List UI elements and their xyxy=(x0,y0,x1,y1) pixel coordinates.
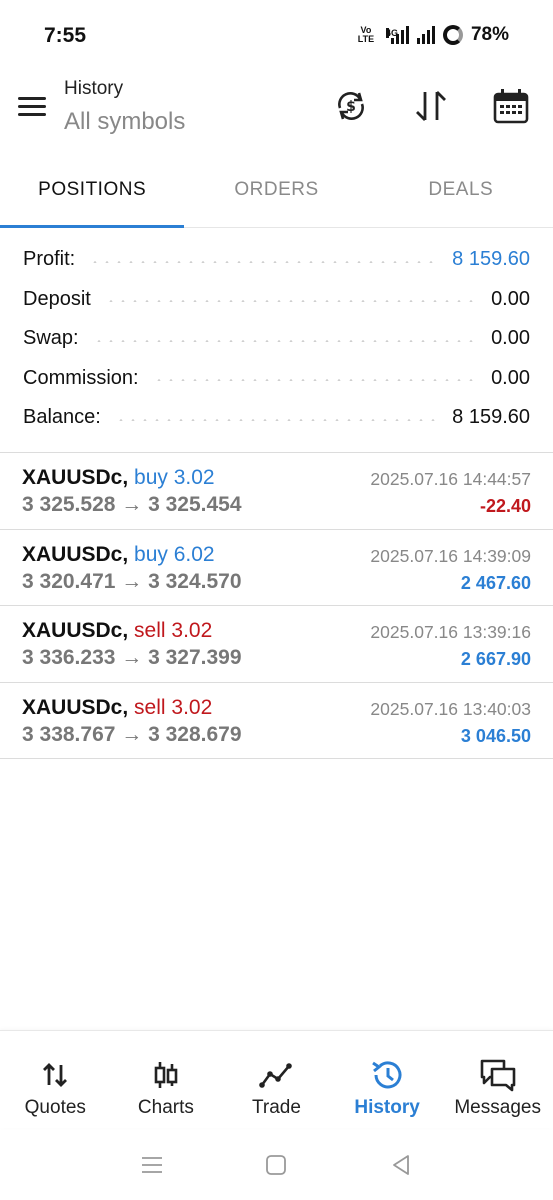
candlestick-icon xyxy=(111,1055,222,1095)
balance-label: Balance: xyxy=(23,406,101,429)
nav-label: Trade xyxy=(252,1097,301,1118)
position-symbol: XAUUSDc, xyxy=(22,695,129,719)
position-type: sell 3.02 xyxy=(134,619,213,642)
balance-value: 8 159.60 xyxy=(452,406,530,429)
position-time: 2025.07.16 13:40:03 xyxy=(370,698,531,719)
position-row[interactable]: XAUUSDc, sell 3.02 3 338.767 → 3 328.679… xyxy=(0,683,553,759)
position-prices: 3 325.528 → 3 325.454 xyxy=(22,493,242,516)
svg-text:$: $ xyxy=(346,99,356,115)
profit-value: 8 159.60 xyxy=(452,248,530,271)
position-type: buy 3.02 xyxy=(134,466,215,489)
symbol-filter[interactable]: All symbols xyxy=(64,108,185,136)
swap-label: Swap: xyxy=(23,327,79,350)
nav-label: Quotes xyxy=(24,1097,86,1118)
history-tabs: POSITIONS ORDERS DEALS xyxy=(0,160,553,228)
dotted-leader xyxy=(104,300,478,303)
messages-icon xyxy=(442,1055,553,1095)
position-prices: 3 336.233 → 3 327.399 xyxy=(22,646,242,669)
volte-icon: Vo LTE xyxy=(354,26,378,44)
position-profit: 3 046.50 xyxy=(460,725,531,746)
home-icon[interactable] xyxy=(256,1145,296,1185)
nav-charts[interactable]: Charts xyxy=(111,1031,222,1128)
summary-row-commission: Commission: 0.00 xyxy=(0,359,553,399)
position-time: 2025.07.16 14:44:57 xyxy=(370,469,531,489)
recent-apps-icon[interactable] xyxy=(132,1145,172,1185)
position-header: XAUUSDc, sell 3.02 xyxy=(22,619,212,643)
battery-level: 78% xyxy=(470,24,509,45)
nav-label: Charts xyxy=(137,1097,194,1118)
nav-trade[interactable]: Trade xyxy=(221,1031,332,1128)
status-bar: 7:55 Vo LTE 4G 78% xyxy=(0,0,553,72)
volte-bottom-label: LTE xyxy=(357,34,375,44)
currency-refresh-icon[interactable]: $ xyxy=(331,86,371,126)
network-type-label: 4G xyxy=(385,28,398,38)
position-row[interactable]: XAUUSDc, sell 3.02 3 336.233 → 3 327.399… xyxy=(0,606,553,683)
trade-line-icon xyxy=(221,1055,332,1095)
battery-icon xyxy=(442,25,463,45)
position-symbol: XAUUSDc, xyxy=(22,619,129,642)
swap-value: 0.00 xyxy=(491,327,530,350)
summary-row-deposit: Deposit 0.00 xyxy=(0,280,553,320)
positions-list: XAUUSDc, buy 3.02 3 325.528 → 3 325.454 … xyxy=(0,453,553,759)
position-row[interactable]: XAUUSDc, buy 6.02 3 320.471 → 3 324.570 … xyxy=(0,530,553,606)
history-clock-icon xyxy=(332,1055,443,1095)
nav-history[interactable]: History xyxy=(332,1031,443,1128)
tab-positions[interactable]: POSITIONS xyxy=(0,160,185,228)
position-profit: 2 467.60 xyxy=(460,572,531,593)
quotes-icon xyxy=(0,1055,111,1095)
nav-label: Messages xyxy=(454,1097,541,1118)
summary-row-profit: Profit: 8 159.60 xyxy=(0,240,553,280)
profit-label: Profit: xyxy=(23,248,76,271)
status-time: 7:55 xyxy=(44,24,87,47)
commission-label: Commission: xyxy=(23,366,139,389)
signal-icon-2 xyxy=(416,26,435,44)
page-title: History xyxy=(64,78,124,99)
status-indicators: Vo LTE 4G 78% xyxy=(354,24,509,46)
deposit-value: 0.00 xyxy=(491,287,530,310)
deposit-label: Deposit xyxy=(23,287,91,310)
app-header: History All symbols $ xyxy=(0,72,553,152)
summary-panel: Profit: 8 159.60 Deposit 0.00 Swap: 0.00… xyxy=(0,240,553,438)
sort-icon[interactable] xyxy=(411,86,451,126)
position-profit: -22.40 xyxy=(479,496,531,516)
position-type: buy 6.02 xyxy=(134,542,215,566)
signal-icon: 4G xyxy=(385,26,409,44)
position-profit: 2 667.90 xyxy=(460,649,531,669)
dotted-leader xyxy=(114,418,439,421)
position-symbol: XAUUSDc, xyxy=(22,542,129,566)
dotted-leader xyxy=(89,260,439,263)
nav-quotes[interactable]: Quotes xyxy=(0,1031,111,1128)
position-type: sell 3.02 xyxy=(134,695,213,719)
position-time: 2025.07.16 14:39:09 xyxy=(370,545,531,566)
system-nav-bar xyxy=(0,1130,553,1200)
position-symbol: XAUUSDc, xyxy=(22,466,129,489)
dotted-leader xyxy=(152,379,478,382)
header-actions: $ xyxy=(331,86,531,126)
tab-deals[interactable]: DEALS xyxy=(369,160,553,227)
position-row[interactable]: XAUUSDc, buy 3.02 3 325.528 → 3 325.454 … xyxy=(0,453,553,530)
position-header: XAUUSDc, sell 3.02 xyxy=(22,696,212,720)
position-time: 2025.07.16 13:39:16 xyxy=(370,622,531,642)
commission-value: 0.00 xyxy=(491,366,530,389)
position-prices: 3 338.767 → 3 328.679 xyxy=(22,722,242,746)
position-header: XAUUSDc, buy 6.02 xyxy=(22,543,215,567)
menu-icon[interactable] xyxy=(16,94,48,118)
position-prices: 3 320.471 → 3 324.570 xyxy=(22,569,242,593)
dotted-leader xyxy=(92,339,478,342)
nav-label: History xyxy=(354,1097,420,1118)
tab-orders[interactable]: ORDERS xyxy=(184,160,368,227)
position-header: XAUUSDc, buy 3.02 xyxy=(22,466,215,490)
nav-messages[interactable]: Messages xyxy=(442,1031,553,1128)
summary-row-balance: Balance: 8 159.60 xyxy=(0,398,553,438)
bottom-nav: Quotes Charts Trade History Messages xyxy=(0,1030,553,1128)
back-icon[interactable] xyxy=(381,1145,421,1185)
summary-row-swap: Swap: 0.00 xyxy=(0,319,553,359)
calendar-icon[interactable] xyxy=(491,86,531,126)
